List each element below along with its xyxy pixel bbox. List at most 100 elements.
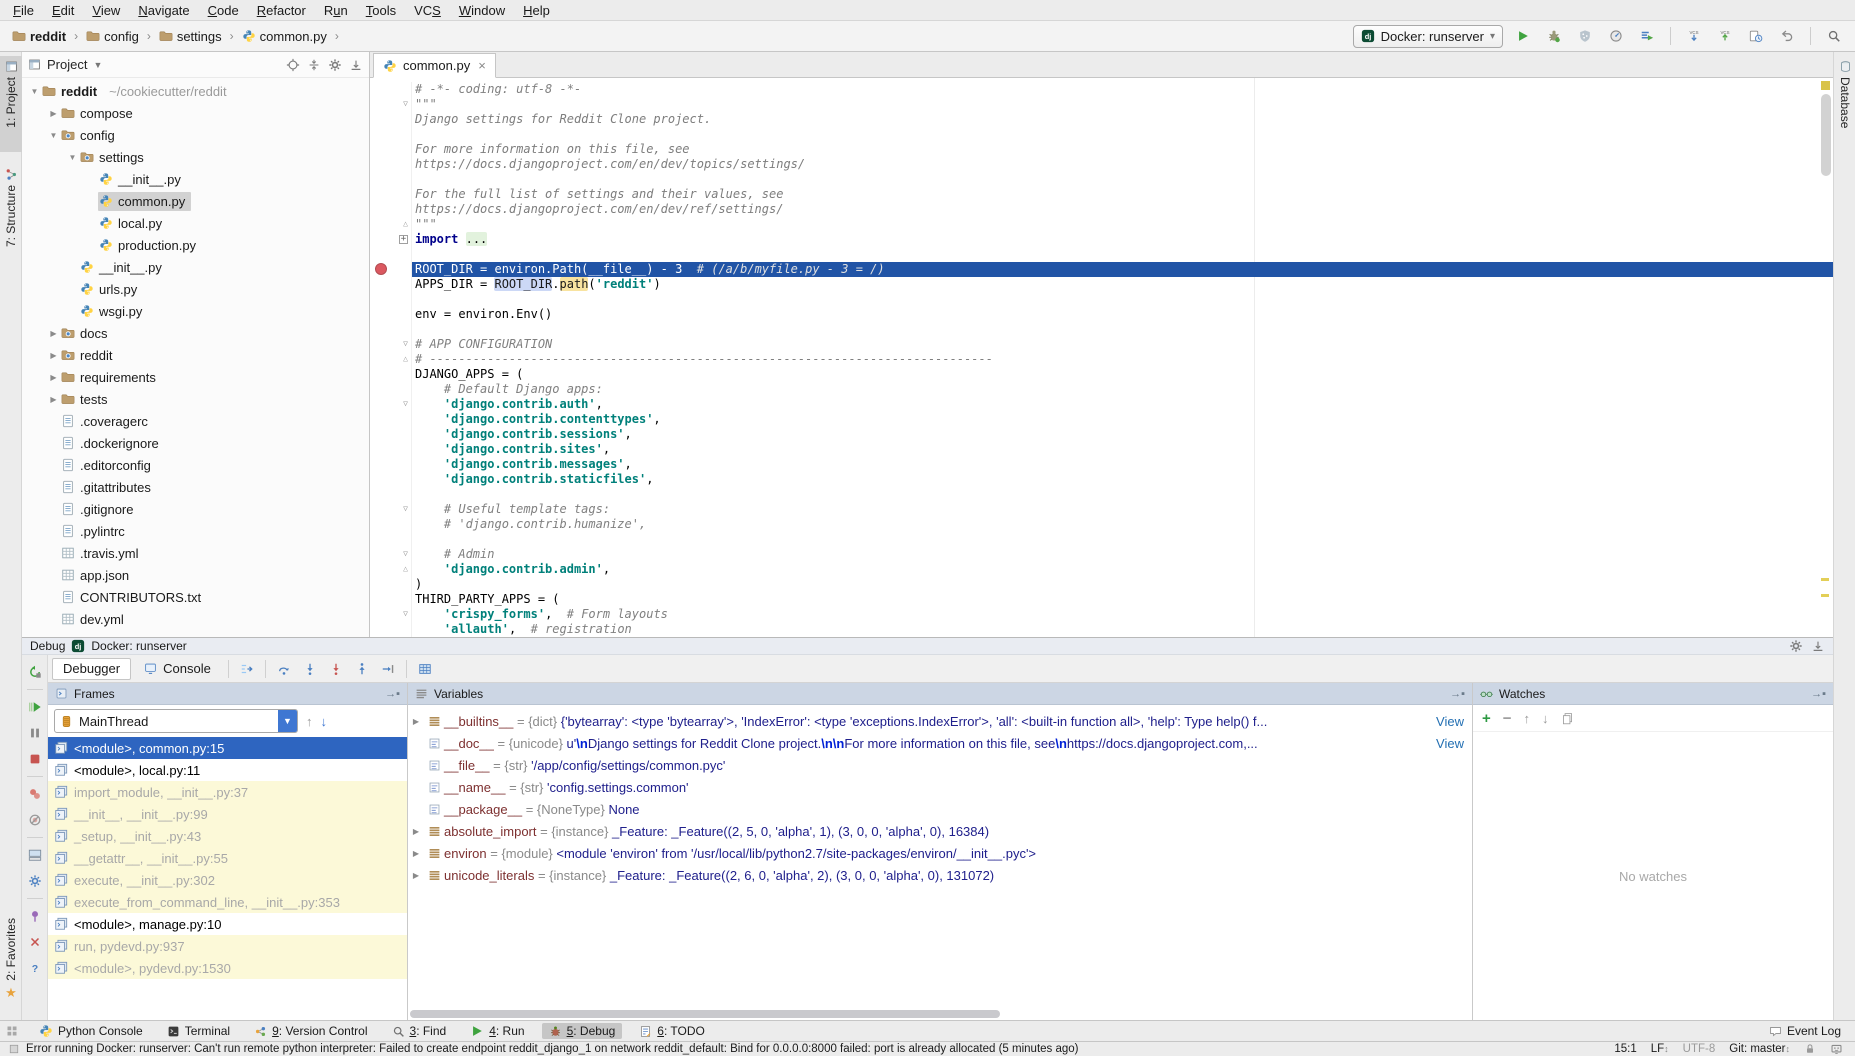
editor-gutter[interactable] (370, 412, 412, 427)
code-line[interactable]: ▽ # Useful template tags: (370, 502, 1833, 517)
breadcrumb-item[interactable]: common.py (240, 28, 329, 45)
code-line[interactable]: Django settings for Reddit Clone project… (370, 112, 1833, 127)
menu-item-file[interactable]: File (4, 2, 43, 19)
tree-item-.editorconfig[interactable]: .editorconfig (22, 454, 369, 476)
code-line[interactable]: env = environ.Env() (370, 307, 1833, 322)
variable-row[interactable]: __name__ = {str} 'config.settings.common… (408, 776, 1472, 798)
fold-marker-icon[interactable]: ▽ (403, 400, 408, 408)
variable-row[interactable]: ▶environ = {module} <module 'environ' fr… (408, 842, 1472, 864)
editor-gutter[interactable]: ▽ (370, 397, 412, 412)
view-link[interactable]: View (1436, 714, 1464, 729)
tree-item-reddit[interactable]: ▶reddit (22, 344, 369, 366)
tab-common-py[interactable]: common.py × (373, 53, 496, 78)
code-line[interactable]: 'django.contrib.sites', (370, 442, 1833, 457)
status-icon[interactable] (8, 1043, 20, 1055)
editor-gutter[interactable] (370, 382, 412, 397)
code-line[interactable] (370, 532, 1833, 547)
stop-button[interactable] (24, 748, 46, 770)
fold-marker-icon[interactable]: ▽ (403, 100, 408, 108)
editor-gutter[interactable]: ▽ (370, 502, 412, 517)
editor-gutter[interactable] (370, 247, 412, 262)
fold-marker-icon[interactable]: ▽ (403, 550, 408, 558)
menu-item-window[interactable]: Window (450, 2, 514, 19)
editor-gutter[interactable]: ▽ (370, 97, 412, 112)
inspections-profile-icon[interactable] (1830, 1043, 1843, 1056)
menu-item-navigate[interactable]: Navigate (129, 2, 198, 19)
editor-gutter[interactable]: △ (370, 217, 412, 232)
frame-row[interactable]: execute_from_command_line, __init__.py:3… (48, 891, 407, 913)
horizontal-scrollbar[interactable] (410, 1010, 1000, 1018)
toolwindow-button-python-console[interactable]: Python Console (32, 1023, 150, 1039)
toolwindow-button--version-control[interactable]: 9: Version Control (247, 1023, 374, 1039)
encoding-indicator[interactable]: UTF-8 (1683, 1043, 1716, 1055)
view-breakpoints-button[interactable] (24, 783, 46, 805)
editor-gutter[interactable] (370, 532, 412, 547)
fold-marker-icon[interactable]: ▽ (403, 340, 408, 348)
editor-gutter[interactable] (370, 367, 412, 382)
vcs-update-button[interactable]: VCS (1683, 25, 1705, 47)
tree-item-app.json[interactable]: app.json (22, 564, 369, 586)
tree-expand-icon[interactable]: ▶ (47, 395, 60, 404)
gear-icon[interactable] (1789, 639, 1803, 653)
code-line[interactable]: ▽ 'django.contrib.auth', (370, 397, 1833, 412)
editor-gutter[interactable] (370, 457, 412, 472)
tree-item-production.py[interactable]: production.py (22, 234, 369, 256)
tree-item-.travis.yml[interactable]: .travis.yml (22, 542, 369, 564)
editor-gutter[interactable]: ▽ (370, 337, 412, 352)
fold-marker-icon[interactable]: △ (403, 220, 408, 228)
editor-gutter[interactable] (370, 187, 412, 202)
variable-row[interactable]: ▶__builtins__ = {dict} {'bytearray': <ty… (408, 710, 1472, 732)
tree-expand-icon[interactable]: ▶ (47, 373, 60, 382)
run-config-select[interactable]: dj Docker: runserver ▾ (1353, 25, 1503, 48)
fold-marker-icon[interactable]: △ (403, 355, 408, 363)
expand-icon[interactable]: ▶ (408, 871, 424, 880)
code-line[interactable]: 'django.contrib.messages', (370, 457, 1833, 472)
run-to-cursor-button[interactable] (376, 658, 400, 680)
editor-gutter[interactable] (370, 262, 412, 277)
sidebar-item-project[interactable]: 1: Project (0, 56, 22, 152)
editor-gutter[interactable] (370, 82, 412, 97)
tree-expand-icon[interactable]: ▼ (47, 131, 60, 140)
warning-stripe-mark[interactable] (1821, 594, 1829, 597)
editor-gutter[interactable] (370, 322, 412, 337)
editor-gutter[interactable] (370, 142, 412, 157)
frame-row[interactable]: <module>, manage.py:10 (48, 913, 407, 935)
pin-tab-icon[interactable]: →▪ (1450, 688, 1465, 700)
breakpoint-icon[interactable] (375, 263, 387, 275)
code-line[interactable]: THIRD_PARTY_APPS = ( (370, 592, 1833, 607)
tree-item-.pylintrc[interactable]: .pylintrc (22, 520, 369, 542)
code-line[interactable]: For more information on this file, see (370, 142, 1833, 157)
tree-item-__init__.py[interactable]: __init__.py (22, 256, 369, 278)
code-line[interactable]: 'django.contrib.staticfiles', (370, 472, 1833, 487)
menu-item-tools[interactable]: Tools (357, 2, 405, 19)
close-icon[interactable]: × (478, 58, 486, 73)
toolwindow-button--todo[interactable]: 6: TODO (632, 1023, 712, 1039)
editor-gutter[interactable]: ▽ (370, 547, 412, 562)
code-line[interactable] (370, 292, 1833, 307)
code-line[interactable]: △""" (370, 217, 1833, 232)
help-button[interactable]: ? (24, 957, 46, 979)
vcs-branch-indicator[interactable]: Git: master↕ (1729, 1043, 1790, 1055)
close-button[interactable] (24, 931, 46, 953)
chevron-down-icon[interactable]: ▼ (93, 60, 102, 70)
tree-expand-icon[interactable]: ▶ (47, 351, 60, 360)
mute-breakpoints-button[interactable] (24, 809, 46, 831)
editor-gutter[interactable] (370, 577, 412, 592)
breadcrumb-item[interactable]: settings (157, 28, 224, 45)
remove-watch-button[interactable]: − (1503, 710, 1512, 727)
event-log-button[interactable]: Event Log (1769, 1024, 1849, 1038)
code-line[interactable]: 'allauth', # registration (370, 622, 1833, 637)
menu-item-vcs[interactable]: VCS (405, 2, 450, 19)
run-with-settings-button[interactable] (1636, 25, 1658, 47)
editor-gutter[interactable] (370, 112, 412, 127)
tree-item-config[interactable]: ▼config (22, 124, 369, 146)
variable-row[interactable]: ▶absolute_import = {instance} _Feature: … (408, 820, 1472, 842)
tab-debugger[interactable]: Debugger (52, 658, 131, 680)
hide-panel-icon[interactable] (349, 58, 363, 72)
step-into-button[interactable] (298, 658, 322, 680)
tree-item-common.py[interactable]: common.py (22, 190, 369, 212)
rerun-button[interactable] (24, 661, 46, 683)
status-message[interactable]: Error running Docker: runserver: Can't r… (26, 1043, 1079, 1055)
code-line[interactable]: ▽ 'crispy_forms', # Form layouts (370, 607, 1833, 622)
editor-gutter[interactable]: + (370, 232, 412, 247)
